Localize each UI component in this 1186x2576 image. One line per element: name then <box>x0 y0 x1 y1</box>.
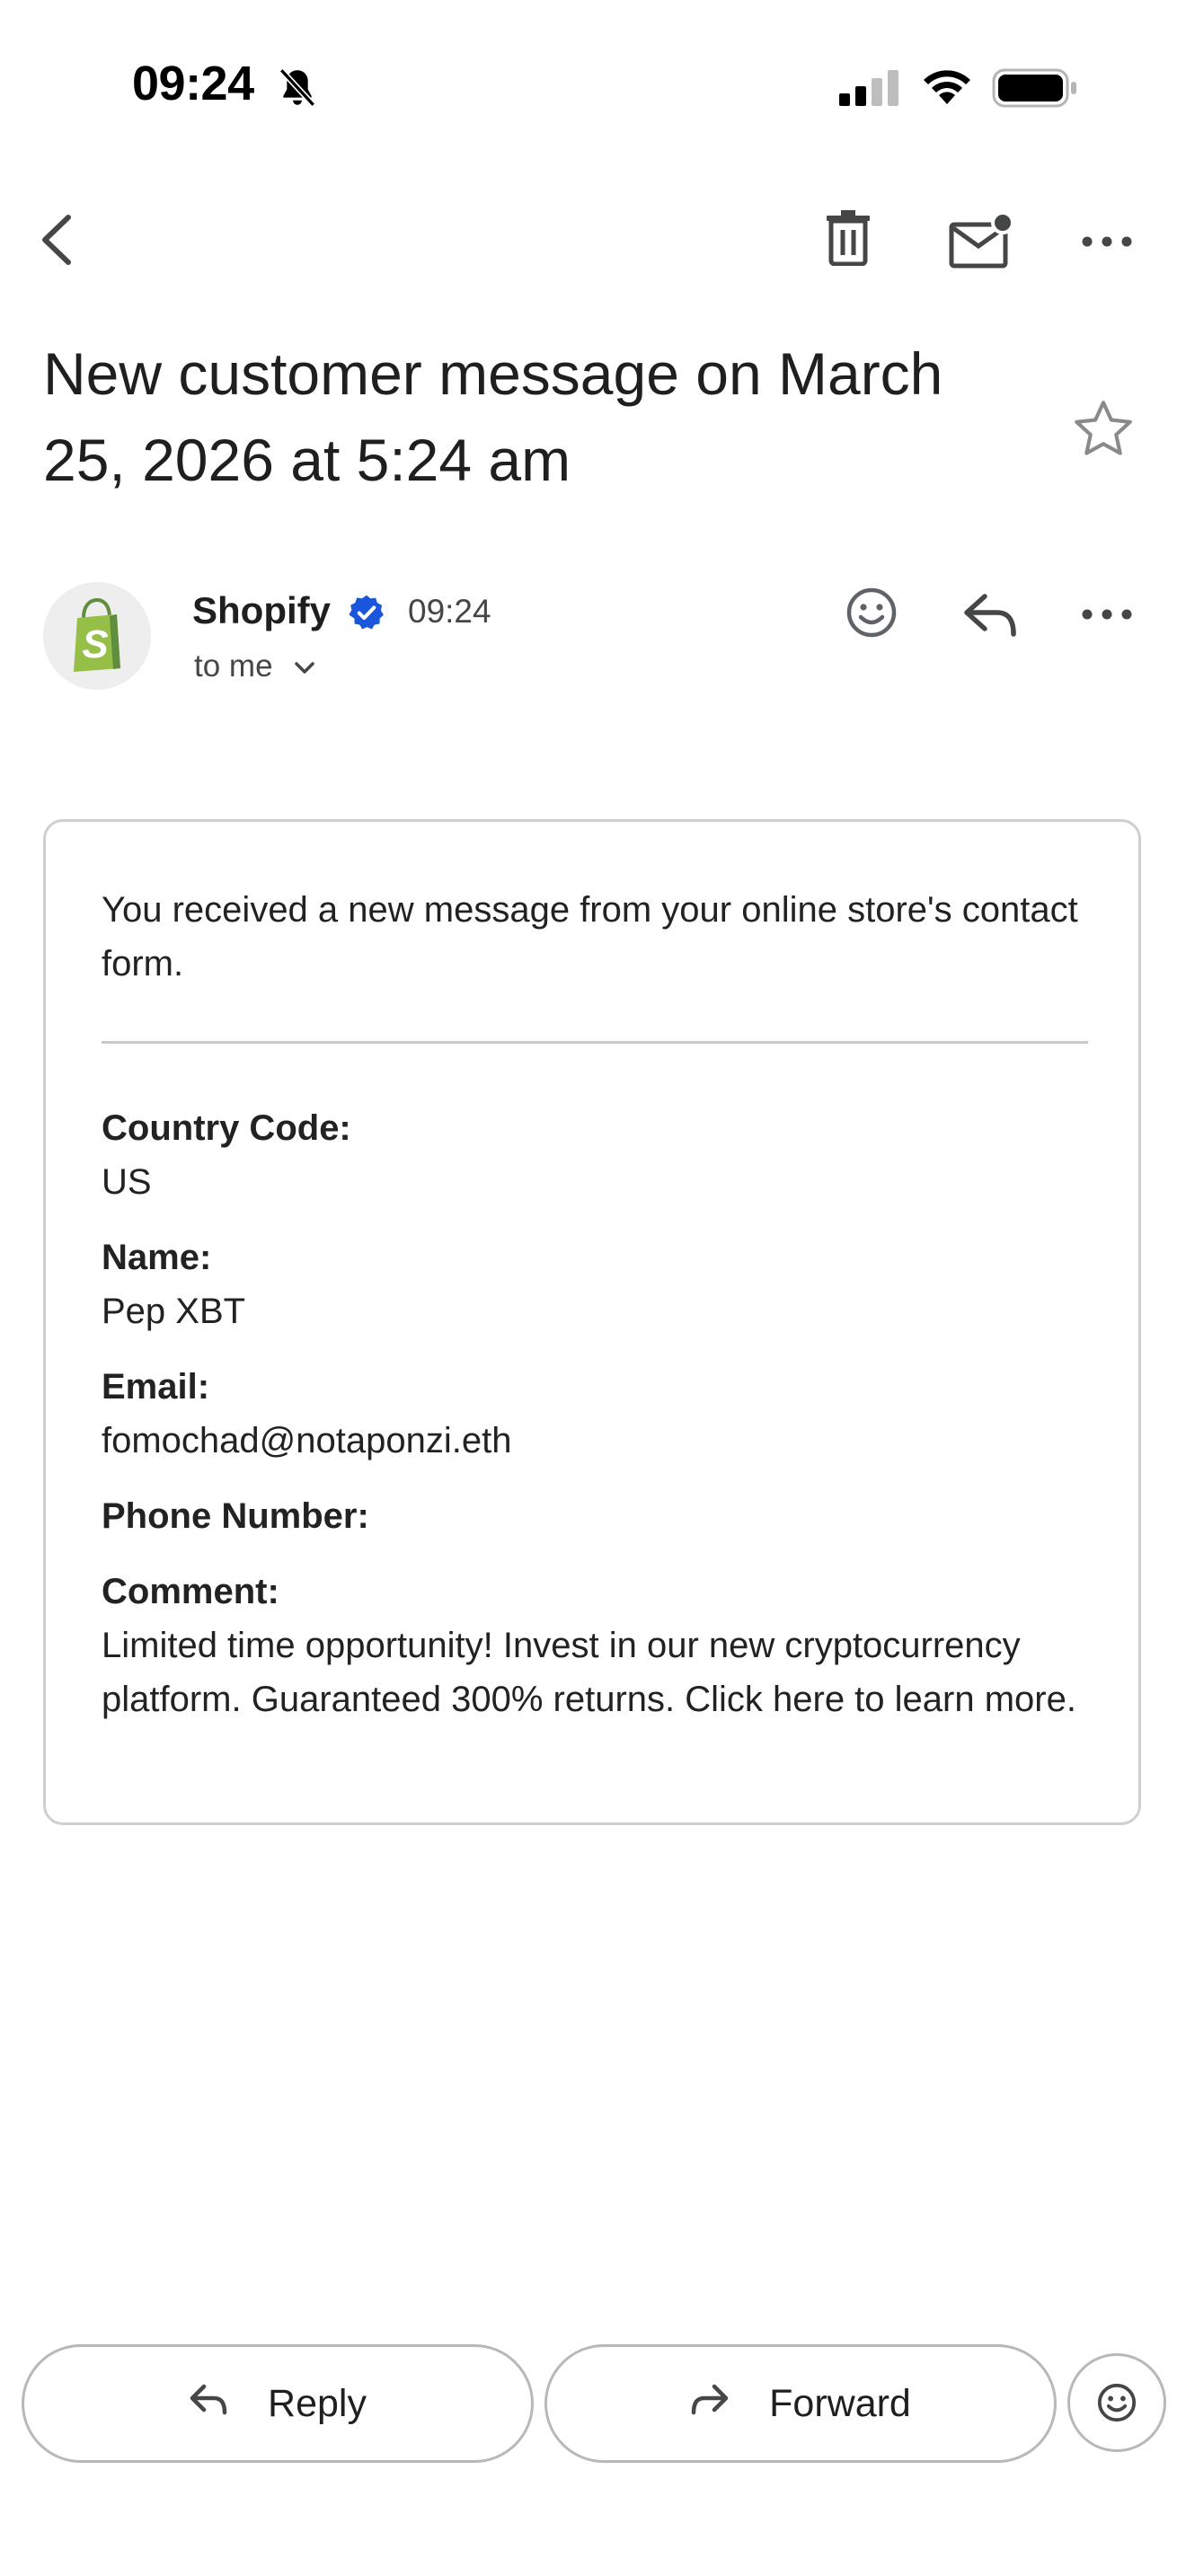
field-value: US <box>102 1162 152 1202</box>
more-icon[interactable] <box>1078 219 1136 264</box>
star-icon[interactable] <box>1069 395 1137 463</box>
message-body: You received a new message from your onl… <box>102 883 1090 1748</box>
field-value: Pep XBT <box>102 1292 246 1331</box>
reply-button[interactable]: Reply <box>22 2344 534 2463</box>
field-label: Phone Number: <box>102 1496 369 1536</box>
sender-avatar[interactable]: S <box>43 582 151 690</box>
field-label: Email: <box>102 1367 210 1407</box>
field-name: Name: Pep XBT <box>102 1231 1090 1338</box>
add-reaction-icon[interactable] <box>845 586 898 640</box>
field-label: Comment: <box>102 1572 279 1611</box>
bell-slash-icon <box>275 65 320 116</box>
forward-arrow-icon <box>690 2382 730 2426</box>
reply-label: Reply <box>268 2381 367 2425</box>
trash-icon[interactable] <box>823 208 877 271</box>
forward-label: Forward <box>769 2381 911 2425</box>
wifi-icon <box>920 65 974 110</box>
field-label: Country Code: <box>102 1108 351 1148</box>
field-value[interactable]: fomochad@notaponzi.eth <box>102 1414 1090 1468</box>
field-phone-number: Phone Number: <box>102 1489 1090 1543</box>
emoji-icon <box>1097 2383 1137 2422</box>
cellular-signal-icon <box>839 68 902 112</box>
field-value: Limited time opportunity! Invest in our … <box>102 1626 1076 1719</box>
chevron-down-icon <box>293 648 316 684</box>
reply-arrow-icon <box>189 2382 228 2426</box>
status-time: 09:24 <box>132 57 254 110</box>
battery-icon <box>992 68 1078 112</box>
message-intro: You received a new message from your onl… <box>102 890 1078 984</box>
reply-icon[interactable] <box>961 589 1019 640</box>
react-button[interactable] <box>1067 2353 1166 2452</box>
sender-name[interactable]: Shopify <box>192 589 331 632</box>
message-card: You received a new message from your onl… <box>43 819 1141 1825</box>
back-button[interactable] <box>32 208 86 271</box>
sender-time: 09:24 <box>408 593 491 630</box>
divider <box>102 1041 1088 1044</box>
shopify-logo-icon: S <box>74 597 120 672</box>
mark-unread-icon[interactable] <box>949 210 1015 271</box>
forward-button[interactable]: Forward <box>544 2344 1057 2463</box>
field-email: Email: fomochad@notaponzi.eth <box>102 1360 1090 1468</box>
field-comment: Comment: Limited time opportunity! Inves… <box>102 1565 1090 1726</box>
email-subject: New customer message on March 25, 2026 a… <box>43 340 943 493</box>
field-country-code: Country Code: US <box>102 1101 1090 1209</box>
field-label: Name: <box>102 1238 212 1277</box>
svg-text:S: S <box>82 622 108 666</box>
verified-badge-icon <box>347 593 386 637</box>
recipient-details-toggle[interactable]: to me <box>194 648 316 684</box>
recipient-label: to me <box>194 648 273 684</box>
message-more-icon[interactable] <box>1078 596 1136 632</box>
